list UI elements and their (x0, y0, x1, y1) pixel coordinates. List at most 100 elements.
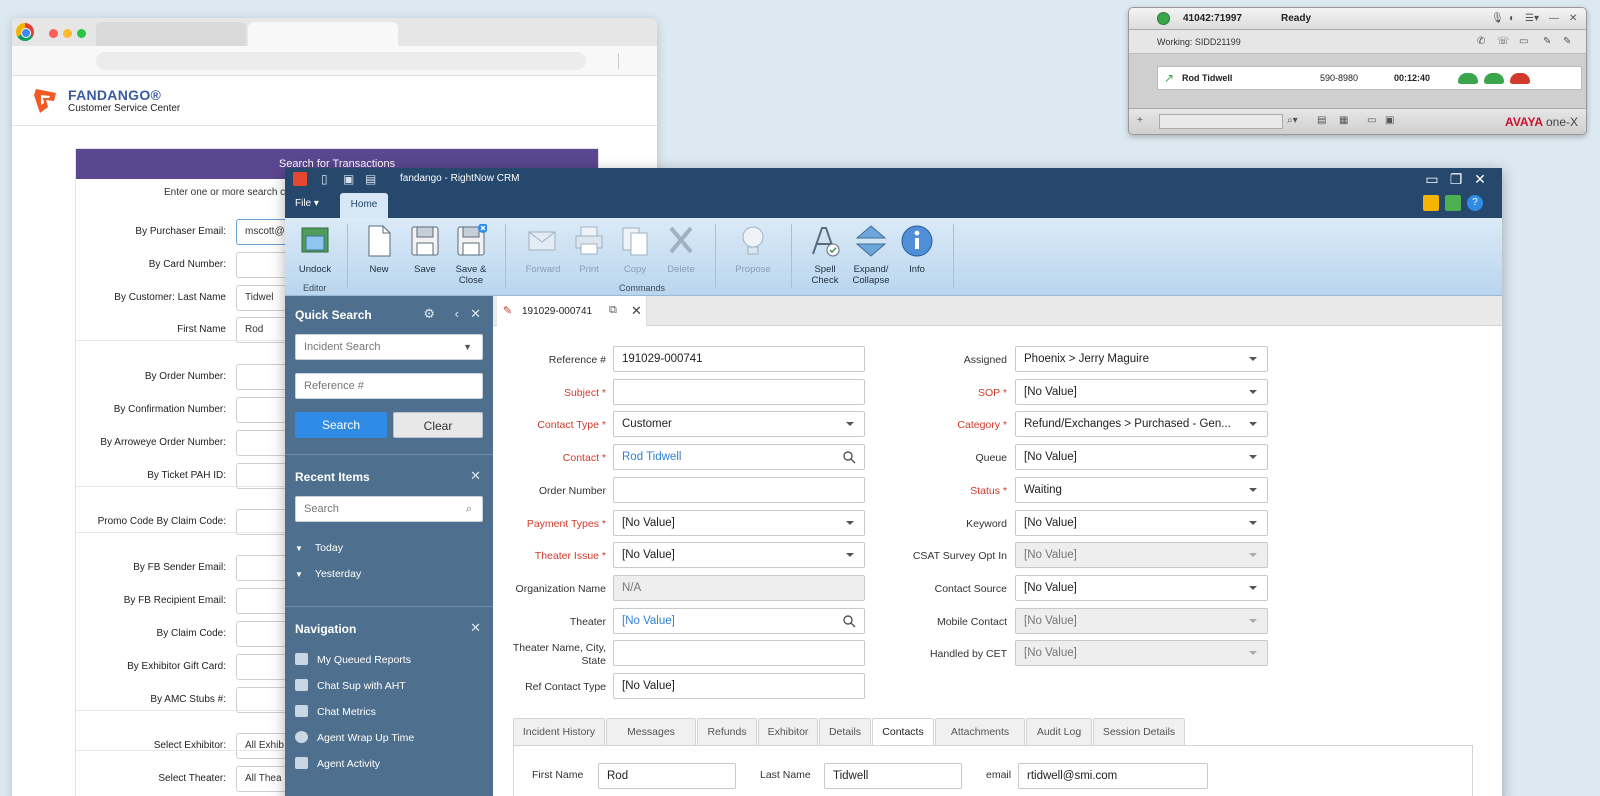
handset-icon[interactable]: ✆ (1477, 36, 1485, 47)
add-icon[interactable]: + (1137, 115, 1143, 126)
address-bar[interactable] (96, 52, 586, 70)
restore-icon[interactable]: ❐ (1447, 170, 1465, 188)
first-name-field[interactable]: Rod (598, 763, 736, 789)
field-input[interactable]: Rod Tidwell (613, 444, 865, 471)
field-input[interactable]: 191029-000741 (613, 346, 865, 372)
active-call-row[interactable]: ↗ Rod Tidwell 590-8980 00:12:40 (1157, 66, 1582, 90)
save-icon[interactable]: ▣ (343, 172, 355, 186)
email-field[interactable]: rtidwell@smi.com (1018, 763, 1208, 789)
field-select[interactable]: [No Value] (1015, 509, 1268, 536)
clear-button[interactable]: Clear (393, 412, 483, 438)
subtab[interactable]: Refunds (697, 718, 757, 746)
subtab[interactable]: Incident History (513, 718, 605, 746)
key-icon[interactable] (1423, 195, 1439, 211)
note-icon[interactable]: ✎ (1543, 36, 1551, 47)
copy-button[interactable]: Copy (613, 224, 657, 275)
hold-call-icon[interactable] (1458, 73, 1478, 84)
field-select[interactable]: Phoenix > Jerry Maguire (1015, 346, 1268, 372)
propose-button[interactable]: Propose (731, 224, 775, 275)
nav-item-agent-wrap-up[interactable]: Agent Wrap Up Time (295, 731, 414, 744)
close-icon[interactable]: ✕ (1471, 170, 1489, 188)
app-icon[interactable] (293, 172, 307, 186)
agent-status[interactable]: Ready (1281, 13, 1311, 24)
field-input[interactable] (613, 640, 865, 667)
contacts-icon[interactable]: ▤ (1317, 115, 1326, 126)
signal-icon[interactable] (1445, 195, 1461, 211)
recent-search-input[interactable]: Search ⌕ (295, 496, 483, 522)
subtab[interactable]: Exhibitor (758, 718, 818, 746)
field-input[interactable]: [No Value] (613, 542, 865, 569)
nav-item-my-queued-reports[interactable]: My Queued Reports (295, 653, 411, 666)
recent-group-yesterday[interactable]: ▼ Yesterday (295, 568, 361, 580)
search-button[interactable]: Search (295, 412, 387, 438)
nav-item-chat-sup[interactable]: Chat Sup with AHT (295, 679, 406, 692)
edit-icon[interactable]: ✎ (1563, 36, 1571, 47)
home-tab[interactable]: Home (340, 193, 388, 218)
subtab[interactable]: Audit Log (1026, 718, 1092, 746)
last-name-field[interactable]: Tidwell (824, 763, 962, 789)
help-icon[interactable]: ? (1467, 195, 1483, 211)
window-icon[interactable]: ▭ (1367, 115, 1376, 126)
browser-tab-active[interactable] (248, 22, 398, 46)
subtab[interactable]: Contacts (872, 718, 934, 747)
browser-tab[interactable] (96, 22, 246, 46)
undock-button[interactable]: Undock (293, 224, 337, 275)
spell-check-button[interactable]: Spell Check (803, 224, 847, 286)
reference-input[interactable]: Reference # (295, 373, 483, 399)
save-close-icon[interactable]: ▤ (365, 172, 377, 186)
field-input[interactable]: [No Value] (613, 673, 865, 699)
new-button[interactable]: New (357, 224, 401, 275)
microphone-icon[interactable]: 🎙 (1491, 13, 1504, 24)
menu-icon[interactable]: ☰▾ (1525, 13, 1539, 24)
gear-icon[interactable]: ⚙ (423, 306, 435, 322)
incident-tab[interactable]: ✎ 191029-000741 ⧉ ✕ (497, 296, 647, 326)
minimize-window-icon[interactable] (63, 29, 72, 38)
save-close-button[interactable]: Save & Close (449, 223, 493, 286)
keypad-icon[interactable]: ▦ (1339, 115, 1348, 126)
subtab[interactable]: Details (819, 718, 871, 746)
subtab[interactable]: Messages (606, 718, 696, 746)
field-input[interactable] (613, 378, 865, 405)
search-icon[interactable]: ⌕▾ (1287, 115, 1298, 126)
close-icon[interactable]: ✕ (470, 468, 481, 484)
field-select[interactable]: [No Value] (1015, 444, 1268, 471)
field-input[interactable]: [No Value] (613, 607, 865, 634)
hang-up-icon[interactable] (1510, 73, 1530, 84)
field-input[interactable]: [No Value] (613, 509, 865, 536)
chat-icon[interactable]: ▭ (1519, 36, 1528, 47)
save-button[interactable]: Save (403, 224, 447, 275)
new-doc-icon[interactable]: ▯ (321, 172, 333, 186)
recent-group-today[interactable]: ▼ Today (295, 542, 343, 554)
speaker-icon[interactable]: ◐ (1509, 13, 1515, 24)
maximize-window-icon[interactable] (77, 29, 86, 38)
minimize-icon[interactable]: — (1549, 13, 1559, 24)
minimize-icon[interactable]: ▭ (1423, 170, 1441, 188)
close-icon[interactable]: ✕ (631, 303, 642, 319)
file-menu[interactable]: File ▾ (295, 198, 319, 209)
search-type-select[interactable]: Incident Search ▼ (295, 334, 483, 360)
calendar-icon[interactable]: ▣ (1385, 115, 1394, 126)
field-input[interactable] (613, 476, 865, 503)
chevron-left-icon[interactable]: ‹ (455, 306, 459, 321)
transfer-call-icon[interactable] (1484, 73, 1504, 84)
info-button[interactable]: Info (895, 224, 939, 275)
expand-collapse-button[interactable]: Expand/ Collapse (849, 224, 893, 286)
forward-button[interactable]: Forward (521, 224, 565, 275)
field-select[interactable]: [No Value] (1015, 378, 1268, 405)
field-select[interactable]: Waiting (1015, 476, 1268, 503)
print-button[interactable]: Print (567, 224, 611, 275)
close-window-icon[interactable] (49, 29, 58, 38)
conference-icon[interactable]: ☏ (1497, 36, 1510, 47)
popout-icon[interactable]: ⧉ (609, 304, 617, 317)
close-icon[interactable]: ✕ (1569, 13, 1577, 24)
field-select[interactable]: Refund/Exchanges > Purchased - Gen... (1015, 411, 1268, 438)
field-select[interactable]: [No Value] (1015, 574, 1268, 601)
close-icon[interactable]: ✕ (470, 306, 481, 322)
subtab[interactable]: Session Details (1093, 718, 1185, 746)
field-input[interactable]: Customer (613, 411, 865, 438)
delete-button[interactable]: Delete (659, 224, 703, 275)
nav-item-chat-metrics[interactable]: Chat Metrics (295, 705, 376, 718)
nav-item-agent-activity[interactable]: Agent Activity (295, 757, 380, 770)
close-icon[interactable]: ✕ (470, 620, 481, 636)
dial-input[interactable] (1159, 114, 1283, 129)
